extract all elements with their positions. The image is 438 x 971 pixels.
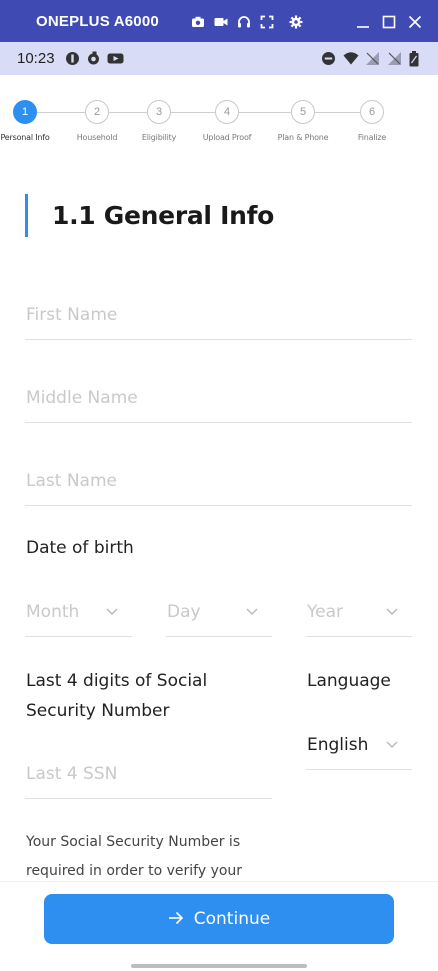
- page-title: 1.1 General Info: [52, 201, 275, 230]
- section-accent-bar: [25, 194, 28, 237]
- status-bar: 10:23: [0, 42, 438, 75]
- ssn-input[interactable]: Last 4 SSN: [25, 749, 272, 799]
- camera-icon[interactable]: [191, 14, 205, 28]
- first-name-field[interactable]: First Name: [25, 290, 412, 340]
- language-select[interactable]: English: [306, 720, 412, 770]
- gear-icon[interactable]: [289, 14, 303, 29]
- fullscreen-icon[interactable]: [260, 14, 274, 29]
- year-select[interactable]: Year: [306, 587, 412, 637]
- home-indicator[interactable]: [131, 964, 307, 968]
- step-number: 6: [360, 100, 384, 124]
- month-select[interactable]: Month: [25, 587, 132, 637]
- device-title: ONEPLUS A6000: [36, 12, 159, 30]
- middle-name-placeholder: Middle Name: [26, 388, 138, 408]
- ssn-label-line-1: Last 4 digits of Social: [26, 671, 208, 691]
- minimize-icon[interactable]: [356, 14, 370, 28]
- step-number: 5: [291, 100, 315, 124]
- app-icon: [65, 51, 80, 66]
- last-name-field[interactable]: Last Name: [25, 456, 412, 506]
- ssn-note: Your Social Security Number is required …: [26, 828, 276, 886]
- dob-label: Date of birth: [26, 538, 134, 558]
- step-number: 1: [13, 100, 37, 124]
- step-number: 3: [147, 100, 171, 124]
- year-placeholder: Year: [307, 602, 343, 622]
- step-eligibility[interactable]: 3 Eligibility: [129, 98, 189, 142]
- maximize-icon[interactable]: [382, 14, 396, 29]
- status-time: 10:23: [17, 50, 55, 67]
- no-signal-icon: [365, 51, 380, 66]
- step-plan-phone[interactable]: 5 Plan & Phone: [273, 98, 333, 142]
- step-upload-proof[interactable]: 4 Upload Proof: [197, 98, 257, 142]
- last-name-placeholder: Last Name: [26, 471, 117, 491]
- step-household[interactable]: 2 Household: [67, 98, 127, 142]
- day-placeholder: Day: [167, 602, 201, 622]
- step-label: Household: [76, 133, 118, 142]
- continue-button[interactable]: Continue: [44, 894, 394, 944]
- step-number: 2: [85, 100, 109, 124]
- day-select[interactable]: Day: [166, 587, 272, 637]
- chevron-down-icon: [386, 741, 398, 748]
- chevron-down-icon: [246, 608, 258, 615]
- sync-icon: [86, 51, 101, 66]
- ssn-placeholder: Last 4 SSN: [26, 764, 118, 784]
- arrow-right-icon: [168, 909, 184, 930]
- language-value: English: [307, 735, 369, 755]
- emulator-toolbar: [191, 14, 303, 29]
- ssn-label-line-2: Security Number: [26, 701, 170, 721]
- status-left: 10:23: [17, 50, 124, 67]
- do-not-disturb-icon: [321, 51, 336, 66]
- no-signal-icon: [387, 51, 402, 66]
- step-label: Personal Info: [0, 133, 50, 142]
- middle-name-field[interactable]: Middle Name: [25, 373, 412, 423]
- chevron-down-icon: [106, 608, 118, 615]
- month-placeholder: Month: [26, 602, 80, 622]
- step-label: Eligibility: [141, 133, 177, 142]
- step-number: 4: [215, 100, 239, 124]
- language-label: Language: [307, 671, 391, 691]
- emulator-title-bar: ONEPLUS A6000: [0, 0, 438, 42]
- headphones-icon[interactable]: [237, 14, 251, 28]
- youtube-icon: [107, 51, 124, 66]
- bottom-action-bar: Continue: [0, 881, 438, 971]
- chevron-down-icon: [386, 608, 398, 615]
- step-finalize[interactable]: 6 Finalize: [342, 98, 402, 142]
- ssn-note-line-1: Your Social Security Number is: [26, 834, 241, 850]
- step-personal-info[interactable]: 1 Personal Info: [0, 98, 55, 142]
- window-controls: [356, 14, 422, 29]
- progress-stepper: 1 Personal Info 2 Household 3 Eligibilit…: [0, 98, 438, 148]
- video-icon[interactable]: [214, 14, 228, 28]
- first-name-placeholder: First Name: [26, 305, 118, 325]
- status-right: [321, 51, 424, 67]
- battery-icon: [409, 51, 424, 67]
- step-label: Finalize: [357, 133, 387, 142]
- close-icon[interactable]: [408, 14, 422, 29]
- continue-label: Continue: [193, 909, 271, 929]
- ssn-label: Last 4 digits of Social Security Number: [26, 666, 207, 726]
- section-heading: 1.1 General Info: [25, 194, 274, 237]
- step-label: Upload Proof: [202, 133, 252, 142]
- step-label: Plan & Phone: [277, 133, 329, 142]
- wifi-icon: [343, 51, 359, 66]
